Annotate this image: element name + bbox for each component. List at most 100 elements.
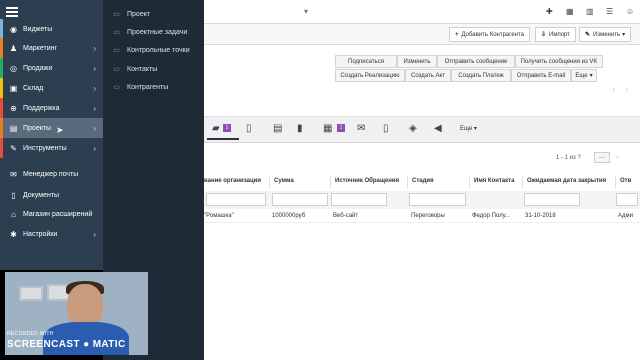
caret-down-icon: ▾ [622, 32, 626, 38]
box-icon: ▣ [9, 83, 18, 93]
create-payment-button[interactable]: Создать Платеж [451, 69, 511, 82]
table-cell: Адми [618, 213, 633, 219]
contact-icon: ▭ [113, 66, 120, 73]
submenu-item-contacts[interactable]: ▭ Контакты [103, 60, 204, 78]
sidebar-item-sales[interactable]: ◎ Продажи › [0, 58, 103, 78]
subscribe-button[interactable]: Подписаться [335, 55, 397, 68]
submenu-item-project[interactable]: ▭ Проект [103, 5, 204, 23]
wrench-icon: ✎ [10, 143, 17, 153]
column-header[interactable]: Ожидаемая дата закрытия [527, 178, 606, 184]
more-tabs-label: Еще [460, 126, 473, 132]
lifebuoy-icon: ⊕ [10, 103, 17, 113]
filter-input[interactable] [206, 193, 266, 206]
filter-input[interactable] [331, 193, 387, 206]
mail-tab-icon[interactable]: ✉ [357, 123, 365, 134]
building-icon: ▭ [113, 84, 120, 91]
column-header[interactable]: Отв [620, 178, 631, 184]
calendar-icon[interactable]: ▦ [566, 7, 574, 16]
tab-badge: 1 [223, 124, 231, 132]
column-header[interactable]: Сумма [274, 178, 294, 184]
column-divider [407, 176, 408, 188]
sidebar-item-warehouse[interactable]: ▣ Склад › [0, 78, 103, 98]
sidebar-item-widgets[interactable]: ◉ Виджеты [0, 19, 103, 39]
submenu-item-label: Проектные задачи [127, 28, 188, 36]
clipboard-tab-icon[interactable]: ▯ [383, 123, 389, 134]
megaphone-tab-icon[interactable]: ◀ [434, 123, 442, 134]
sidebar-item-marketing[interactable]: ♟ Маркетинг › [0, 38, 103, 58]
submenu-item-label: Контрольные точки [127, 46, 190, 54]
sidebar-item-support[interactable]: ⊕ Поддержка › [0, 98, 103, 118]
file-tab-icon[interactable]: ▮ [297, 123, 303, 134]
mail-icon: ✉ [10, 169, 17, 179]
calendar-tab-icon[interactable]: ▦ [323, 123, 332, 134]
column-header[interactable]: Имя Контакта [474, 178, 514, 184]
edit-button[interactable]: Изменить [397, 55, 437, 68]
wrench-icon: ✎ [585, 32, 591, 38]
create-realization-button[interactable]: Создать Реализацию [335, 69, 405, 82]
filter-input[interactable] [524, 193, 580, 206]
action-bar: + Добавить Контрагента ⇩ Импорт ✎ Измени… [204, 24, 640, 45]
more-tabs-dropdown[interactable]: Еще ▾ [460, 125, 477, 132]
sidebar-item-label: Настройки [23, 230, 58, 238]
table-cell[interactable]: Федор Полу... [472, 213, 510, 219]
submenu-item-milestones[interactable]: ▭ Контрольные точки [103, 41, 204, 59]
sidebar-item-label: Менеджер почты [23, 170, 79, 178]
prev-record-icon[interactable]: ‹ [612, 85, 615, 94]
gear-icon: ✱ [10, 229, 17, 239]
add-icon[interactable]: ✚ [546, 7, 553, 16]
document-tab-icon[interactable]: ▯ [246, 123, 252, 134]
layers-tab-icon[interactable]: ◈ [409, 123, 417, 134]
sidebar-item-projects[interactable]: ▤ Проекты › [0, 118, 103, 138]
column-divider [522, 176, 523, 188]
detail-button-panel: Подписаться Изменить Отправить сообщение… [204, 45, 640, 117]
list-icon[interactable]: ☰ [606, 7, 613, 16]
related-tabs-bar: ▰ 1 ▯ ▤ ▮ ▦ 1 ✉ ▯ ◈ ◀ Еще ▾ [204, 117, 640, 143]
more-actions-button[interactable]: Еще ▾ [571, 69, 597, 82]
active-tab-indicator [207, 138, 239, 140]
sidebar-item-label: Продажи [23, 64, 53, 72]
related-list: 1 - 1 из ? ··· › вание организации Сумма… [204, 143, 640, 360]
next-page-icon[interactable]: › [616, 154, 618, 161]
filter-input[interactable] [409, 193, 466, 206]
sidebar-item-mail-manager[interactable]: ✉ Менеджер почты [0, 164, 103, 184]
add-counterparty-button[interactable]: + Добавить Контрагента [449, 27, 530, 42]
next-record-icon[interactable]: › [625, 85, 628, 94]
flag-icon: ▭ [113, 47, 120, 54]
sms-tab-icon[interactable]: ▤ [273, 123, 282, 134]
page-options-button[interactable]: ··· [594, 152, 610, 163]
sidebar-item-tools[interactable]: ✎ Инструменты › [0, 138, 103, 158]
chevron-right-icon: › [93, 43, 96, 53]
chevron-right-icon: › [93, 123, 96, 133]
send-message-button[interactable]: Отправить сообщение [437, 55, 515, 68]
send-email-button[interactable]: Отправить E-mail [511, 69, 571, 82]
column-header[interactable]: вание организации [204, 178, 261, 184]
plus-icon: + [455, 31, 459, 38]
column-divider [469, 176, 470, 188]
submenu-item-project-tasks[interactable]: ▭ Проектные задачи [103, 23, 204, 41]
user-icon[interactable]: ☺ [626, 7, 634, 16]
sidebar-item-label: Поддержка [23, 104, 60, 112]
chevron-right-icon: › [93, 63, 96, 73]
column-header[interactable]: Стадия [412, 178, 434, 184]
filter-input[interactable] [272, 193, 328, 206]
get-vk-messages-button[interactable]: Получить сообщения из VK [515, 55, 603, 68]
menu-icon[interactable] [6, 7, 18, 17]
import-button[interactable]: ⇩ Импорт [535, 27, 577, 42]
column-divider [269, 176, 270, 188]
create-act-button[interactable]: Создать Акт [405, 69, 451, 82]
dropdown-caret-icon[interactable]: ▾ [304, 7, 308, 16]
briefcase-icon: ▤ [9, 123, 18, 133]
sidebar-item-settings[interactable]: ✱ Настройки › [0, 224, 103, 244]
sidebar-item-extension-store[interactable]: ⌂ Магазин расширений [0, 204, 103, 224]
submenu-item-counterparties[interactable]: ▭ Контрагенты [103, 78, 204, 96]
caret-down-icon: ▾ [589, 73, 593, 79]
edit-dropdown-button[interactable]: ✎ Изменить ▾ [579, 27, 632, 42]
dashboard-icon: ◉ [10, 24, 17, 34]
add-counterparty-label: Добавить Контрагента [461, 31, 524, 38]
money-bag-icon[interactable]: ▰ [212, 123, 220, 134]
chart-icon[interactable]: ▥ [586, 7, 594, 16]
sidebar-item-documents[interactable]: ▯ Документы [0, 185, 103, 205]
sidebar-item-label: Маркетинг [23, 44, 58, 52]
filter-input[interactable] [616, 193, 638, 206]
column-header[interactable]: Источник Обращения [335, 178, 399, 184]
